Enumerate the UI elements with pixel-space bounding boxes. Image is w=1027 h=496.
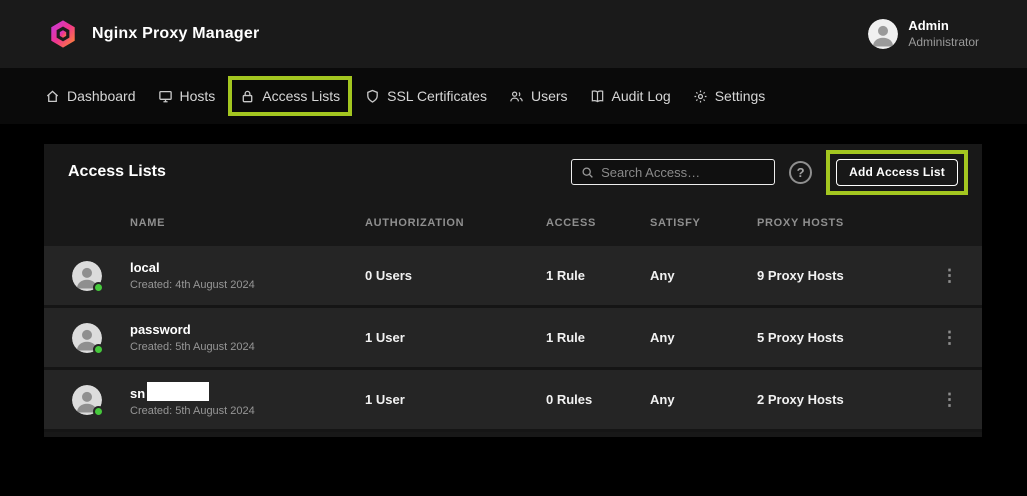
nav-hosts-label: Hosts bbox=[180, 88, 216, 104]
row-avatar-cell bbox=[44, 385, 130, 415]
user-meta: Admin Administrator bbox=[908, 18, 979, 49]
user-menu[interactable]: Admin Administrator bbox=[868, 18, 979, 49]
row-avatar-cell bbox=[44, 323, 130, 353]
access-list-created: Created: 5th August 2024 bbox=[130, 341, 365, 353]
status-dot bbox=[93, 344, 104, 355]
annotation-highlight-access-lists: Access Lists bbox=[228, 76, 352, 116]
authorization-value: 1 User bbox=[365, 392, 546, 407]
users-icon bbox=[509, 89, 524, 104]
content: Access Lists ? Add Access List NAME AUTH… bbox=[0, 124, 1027, 437]
access-value: 1 Rule bbox=[546, 330, 650, 345]
row-menu-button[interactable]: ⋮ bbox=[917, 328, 982, 348]
proxy-hosts-value: 9 Proxy Hosts bbox=[757, 268, 917, 283]
annotation-highlight-add-button: Add Access List bbox=[826, 150, 968, 195]
proxy-hosts-value: 5 Proxy Hosts bbox=[757, 330, 917, 345]
nav-access-lists-label: Access Lists bbox=[262, 88, 340, 104]
help-button[interactable]: ? bbox=[789, 161, 812, 184]
topbar: Nginx Proxy Manager Admin Administrator bbox=[0, 0, 1027, 68]
home-icon bbox=[45, 89, 60, 104]
user-name: Admin bbox=[908, 18, 979, 34]
brand: Nginx Proxy Manager bbox=[48, 19, 259, 49]
nav-settings-label: Settings bbox=[715, 88, 766, 104]
access-list-created: Created: 5th August 2024 bbox=[130, 405, 365, 417]
app-title: Nginx Proxy Manager bbox=[92, 25, 259, 43]
nav-users[interactable]: Users bbox=[498, 80, 579, 112]
table-header: NAME AUTHORIZATION ACCESS SATISFY PROXY … bbox=[44, 200, 982, 246]
table-row[interactable]: local Created: 4th August 2024 0 Users 1… bbox=[44, 246, 982, 308]
nav-dashboard-label: Dashboard bbox=[67, 88, 136, 104]
authorization-value: 0 Users bbox=[365, 268, 546, 283]
nav-access-lists[interactable]: Access Lists bbox=[236, 86, 344, 106]
col-proxy-hosts: PROXY HOSTS bbox=[757, 217, 917, 229]
nav-ssl-certificates-label: SSL Certificates bbox=[387, 88, 487, 104]
row-name-cell: password Created: 5th August 2024 bbox=[130, 322, 365, 354]
access-value: 0 Rules bbox=[546, 392, 650, 407]
row-menu-button[interactable]: ⋮ bbox=[917, 266, 982, 286]
col-name: NAME bbox=[130, 217, 365, 229]
user-role: Administrator bbox=[908, 35, 979, 50]
status-dot bbox=[93, 406, 104, 417]
nav-hosts[interactable]: Hosts bbox=[147, 80, 227, 112]
row-avatar-cell bbox=[44, 261, 130, 291]
satisfy-value: Any bbox=[650, 330, 757, 345]
gear-icon bbox=[693, 89, 708, 104]
nav-dashboard[interactable]: Dashboard bbox=[34, 80, 147, 112]
search-icon bbox=[581, 166, 594, 179]
nav-settings[interactable]: Settings bbox=[682, 80, 777, 112]
app-logo-icon bbox=[48, 19, 78, 49]
access-list-name: password bbox=[130, 322, 365, 338]
page-title: Access Lists bbox=[68, 163, 166, 181]
row-name-cell: sn Created: 5th August 2024 bbox=[130, 382, 365, 418]
access-list-name: local bbox=[130, 260, 365, 276]
table-row[interactable]: sn Created: 5th August 2024 1 User 0 Rul… bbox=[44, 370, 982, 432]
lock-icon bbox=[240, 89, 255, 104]
user-avatar bbox=[868, 19, 898, 49]
satisfy-value: Any bbox=[650, 268, 757, 283]
access-list-name: sn bbox=[130, 382, 365, 402]
table-row[interactable]: password Created: 5th August 2024 1 User… bbox=[44, 308, 982, 370]
status-dot bbox=[93, 282, 104, 293]
card-tools: ? Add Access List bbox=[571, 150, 968, 195]
main-nav: Dashboard Hosts Access Lists SSL Certifi… bbox=[0, 68, 1027, 124]
authorization-value: 1 User bbox=[365, 330, 546, 345]
monitor-icon bbox=[158, 89, 173, 104]
add-access-list-button[interactable]: Add Access List bbox=[836, 159, 958, 186]
row-name-cell: local Created: 4th August 2024 bbox=[130, 260, 365, 292]
col-access: ACCESS bbox=[546, 217, 650, 229]
search-box[interactable] bbox=[571, 159, 775, 185]
col-authorization: AUTHORIZATION bbox=[365, 217, 546, 229]
access-value: 1 Rule bbox=[546, 268, 650, 283]
book-icon bbox=[590, 89, 605, 104]
access-list-created: Created: 4th August 2024 bbox=[130, 279, 365, 291]
proxy-hosts-value: 2 Proxy Hosts bbox=[757, 392, 917, 407]
col-satisfy: SATISFY bbox=[650, 217, 757, 229]
shield-icon bbox=[365, 89, 380, 104]
search-input[interactable] bbox=[601, 165, 765, 180]
list-avatar bbox=[72, 261, 102, 291]
list-avatar bbox=[72, 323, 102, 353]
redaction-box bbox=[147, 382, 209, 401]
access-lists-card: Access Lists ? Add Access List NAME AUTH… bbox=[44, 144, 982, 437]
satisfy-value: Any bbox=[650, 392, 757, 407]
nav-audit-log-label: Audit Log bbox=[612, 88, 671, 104]
nav-users-label: Users bbox=[531, 88, 568, 104]
list-avatar bbox=[72, 385, 102, 415]
nav-ssl-certificates[interactable]: SSL Certificates bbox=[354, 80, 498, 112]
card-header: Access Lists ? Add Access List bbox=[44, 144, 982, 200]
nav-audit-log[interactable]: Audit Log bbox=[579, 80, 682, 112]
row-menu-button[interactable]: ⋮ bbox=[917, 390, 982, 410]
